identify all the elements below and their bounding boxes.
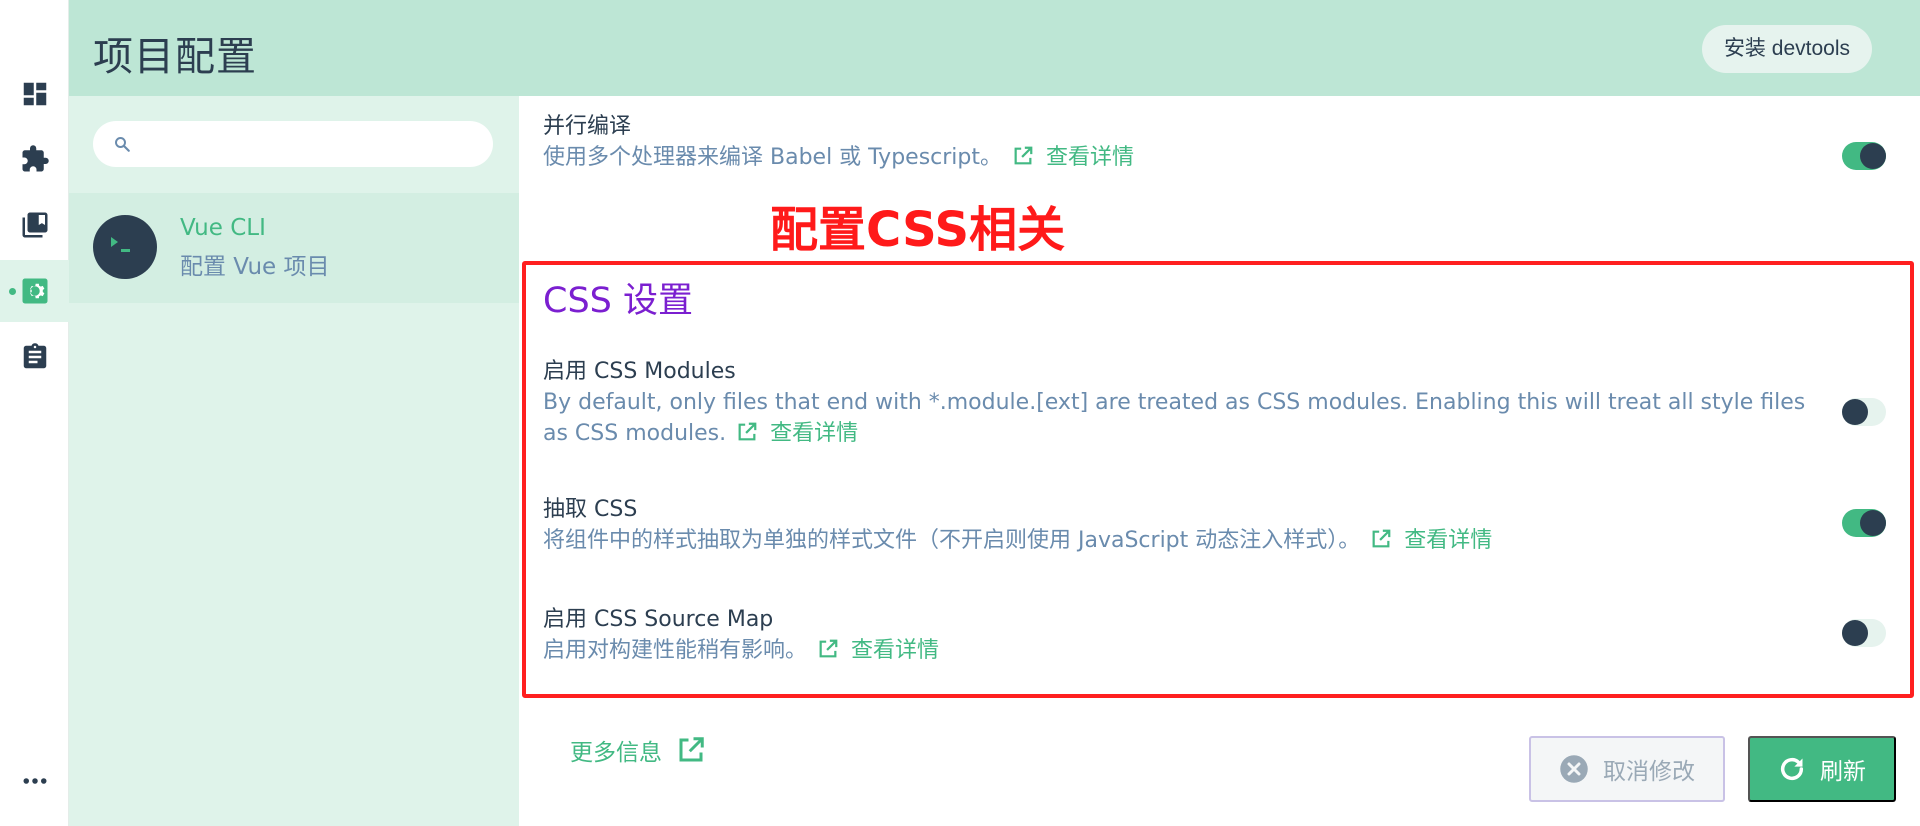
more-info-label: 更多信息 (570, 740, 662, 766)
close-circle-icon (1560, 755, 1588, 783)
setting-row-parallel: 并行编译 使用多个处理器来编译 Babel 或 Typescript。 查看详情 (543, 112, 1920, 173)
details-link[interactable]: 查看详情 (1046, 145, 1134, 170)
page-title: 项目配置 (93, 34, 257, 80)
search-input[interactable] (93, 121, 493, 167)
annotation-highlight-box (522, 261, 1914, 698)
setting-title: 并行编译 (543, 114, 632, 139)
more-icon (23, 778, 46, 784)
refresh-icon (1780, 757, 1804, 781)
refresh-button[interactable]: 刷新 (1748, 736, 1896, 802)
tasks-icon (23, 343, 46, 369)
rail-tasks[interactable] (0, 326, 69, 388)
rail-more[interactable] (0, 750, 69, 812)
app-window: 项目配置 安装 devtools Vue CLI 配置 Vue 项目 并行编译 … (0, 0, 1920, 826)
project-name: Vue CLI (180, 215, 266, 241)
search-icon (115, 137, 130, 152)
external-link-icon[interactable] (1012, 145, 1034, 167)
annotation-label: 配置CSS相关 (770, 202, 1066, 258)
top-header: 项目配置 安装 devtools (69, 0, 1920, 96)
cancel-label: 取消修改 (1603, 758, 1695, 784)
terminal-icon (111, 237, 130, 252)
install-devtools-button[interactable]: 安装 devtools (1701, 25, 1872, 73)
sidebar-item-vue-cli[interactable]: Vue CLI 配置 Vue 项目 (69, 193, 519, 303)
cancel-changes-button[interactable]: 取消修改 (1529, 736, 1725, 802)
configuration-icon (22, 278, 47, 304)
parallel-toggle[interactable] (1842, 142, 1886, 170)
project-subtitle: 配置 Vue 项目 (180, 254, 330, 280)
more-info-link[interactable]: 更多信息 (570, 733, 706, 767)
rail-plugins[interactable] (0, 128, 69, 190)
rail-dependencies[interactable] (0, 194, 69, 256)
external-link-icon (679, 737, 704, 762)
setting-description: 使用多个处理器来编译 Babel 或 Typescript。 查看详情 (543, 142, 1813, 173)
dependencies-icon (22, 212, 47, 238)
config-sidebar: Vue CLI 配置 Vue 项目 (69, 96, 519, 826)
plugins-icon (22, 145, 49, 172)
avatar (93, 215, 157, 279)
rail-configuration[interactable] (0, 260, 69, 322)
dashboard-icon (23, 82, 46, 106)
setting-description-text: 使用多个处理器来编译 Babel 或 Typescript。 (543, 145, 1003, 170)
rail-dashboard[interactable] (0, 63, 69, 125)
refresh-label: 刷新 (1820, 758, 1866, 784)
active-indicator-dot (9, 288, 16, 295)
toggle-knob (1860, 143, 1886, 169)
icon-rail (0, 0, 69, 826)
